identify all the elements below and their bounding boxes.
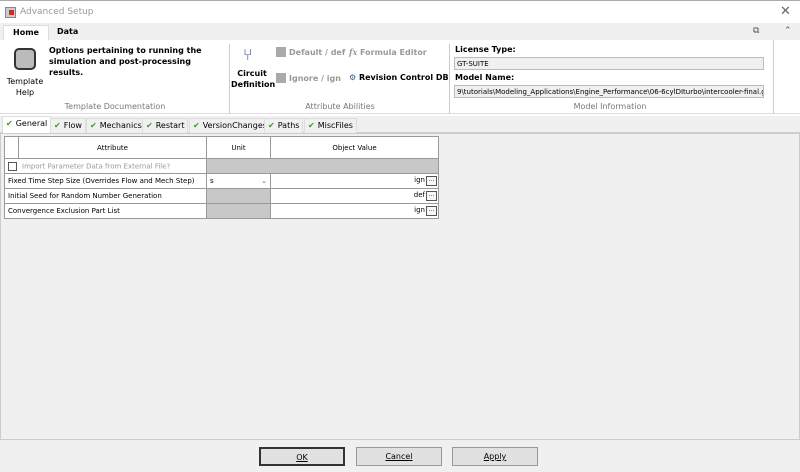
circuit-definition-button[interactable]: Circuit Definition (231, 68, 276, 90)
apply-button[interactable]: Apply (452, 447, 538, 466)
model-name-label: Model Name: (455, 73, 515, 82)
value-text: ign (414, 176, 425, 184)
collapse-ribbon-icon[interactable]: ⌃ (784, 26, 792, 36)
ribbon-tab-home[interactable]: Home (3, 25, 49, 40)
attribute-cell: Fixed Time Step Size (Overrides Flow and… (4, 173, 207, 189)
tab-strip: ✔ General ✔ Flow ✔ Mechanics ✔ Restart ✔ Vers… (0, 116, 800, 133)
ribbon: Template Help Options pertaining to runn… (0, 40, 800, 114)
formula-editor-button[interactable]: fx Formula Editor (349, 47, 427, 57)
ignore-label: Ignore / ign (289, 73, 341, 83)
window-title: Advanced Setup (20, 7, 94, 17)
app-icon (5, 7, 16, 18)
revision-control-button[interactable]: ⚙ Revision Control DB (349, 73, 449, 82)
dialog-footer: OK Cancel Apply (0, 440, 800, 472)
license-label: License Type: (455, 45, 516, 54)
disabled-cell (206, 158, 439, 174)
default-label: Default / def (289, 47, 346, 57)
tab-versionchanges[interactable]: ✔ VersionChanges (189, 118, 271, 133)
gear-icon: ⚙ (349, 73, 357, 82)
tab-label: Flow (63, 121, 82, 130)
attribute-grid: Attribute Unit Object Value Import Param… (4, 136, 439, 219)
template-help-button[interactable]: Template Help (4, 76, 46, 98)
unit-select[interactable]: s ⌄ (206, 173, 271, 189)
default-icon (276, 47, 286, 57)
import-checkbox[interactable] (8, 161, 17, 171)
unit-cell (206, 203, 271, 219)
attribute-panel: Attribute Unit Object Value Import Param… (0, 133, 800, 440)
template-help-label-2: Help (15, 88, 35, 97)
tab-miscfiles[interactable]: ✔ MiscFiles (304, 118, 357, 133)
ribbon-tab-data[interactable]: Data (48, 25, 87, 40)
value-cell[interactable]: ... ign (270, 173, 439, 189)
table-row: Fixed Time Step Size (Overrides Flow and… (4, 173, 439, 189)
check-icon: ✔ (268, 121, 275, 130)
group-label-model: Model Information (573, 102, 647, 111)
cancel-button[interactable]: Cancel (356, 447, 442, 466)
table-row: Import Parameter Data from External File… (4, 158, 439, 174)
model-name-field[interactable]: 9\tutorials\Modeling_Applications\Engine… (454, 85, 764, 98)
header-unit: Unit (206, 136, 271, 159)
license-field[interactable]: GT-SUITE (454, 57, 764, 70)
ellipsis-button[interactable]: ... (426, 191, 437, 201)
circuit-label-2: Definition (231, 80, 276, 89)
ellipsis-button[interactable]: ... (426, 206, 437, 216)
formula-icon: fx (349, 47, 358, 57)
tab-label: MiscFiles (317, 121, 353, 130)
chevron-down-icon[interactable]: ⌄ (261, 177, 267, 185)
close-icon[interactable]: ✕ (780, 4, 791, 19)
revision-label: Revision Control DB (358, 73, 449, 82)
check-icon: ✔ (54, 121, 61, 130)
tab-label: Mechanics (99, 121, 142, 130)
formula-label: Formula Editor (360, 48, 427, 57)
header-object-value: Object Value (270, 136, 439, 159)
template-description: Options pertaining to running the simula… (49, 46, 202, 77)
table-row: Convergence Exclusion Part List ... ign (4, 203, 439, 219)
tab-restart[interactable]: ✔ Restart (142, 118, 189, 133)
grid-corner (4, 136, 19, 159)
title-bar: Advanced Setup ✕ (0, 0, 800, 23)
check-icon: ✔ (308, 121, 315, 130)
table-row: Initial Seed for Random Number Generatio… (4, 188, 439, 204)
import-label: Import Parameter Data from External File… (22, 162, 171, 170)
ok-button[interactable]: OK (259, 447, 345, 466)
value-text: ign (414, 206, 425, 214)
restore-icon[interactable]: ⧉ (753, 26, 759, 36)
template-help-label: Template (6, 77, 44, 86)
divider (773, 40, 774, 114)
template-help-icon[interactable] (14, 48, 36, 70)
header-attribute: Attribute (18, 136, 207, 159)
import-row[interactable]: Import Parameter Data from External File… (4, 158, 207, 174)
ignore-icon (276, 73, 286, 83)
attribute-cell: Convergence Exclusion Part List (4, 203, 207, 219)
unit-value: s (210, 177, 214, 185)
tab-flow[interactable]: ✔ Flow (50, 118, 86, 133)
attribute-cell: Initial Seed for Random Number Generatio… (4, 188, 207, 204)
ellipsis-button[interactable]: ... (426, 176, 437, 186)
check-icon: ✔ (193, 121, 200, 130)
group-label-template-doc: Template Documentation (64, 102, 166, 111)
tab-mechanics[interactable]: ✔ Mechanics (86, 118, 146, 133)
check-icon: ✔ (90, 121, 97, 130)
tab-label: General (15, 119, 48, 128)
unit-cell (206, 188, 271, 204)
check-icon: ✔ (6, 119, 13, 128)
value-cell[interactable]: ... def (270, 188, 439, 204)
ignore-ign-button[interactable]: Ignore / ign (276, 73, 341, 83)
value-text: def (413, 191, 425, 199)
circuit-label: Circuit (237, 69, 267, 78)
value-cell[interactable]: ... ign (270, 203, 439, 219)
ribbon-tabs: Home Data ⧉ ⌃ (0, 23, 800, 40)
default-def-button[interactable]: Default / def (276, 47, 345, 57)
tab-label: VersionChanges (202, 121, 267, 130)
tab-label: Paths (277, 121, 300, 130)
circuit-icon: ⑂ (243, 45, 253, 64)
tab-label: Restart (155, 121, 185, 130)
tab-general[interactable]: ✔ General (2, 116, 52, 133)
group-label-attr: Attribute Abilities (305, 102, 375, 111)
check-icon: ✔ (146, 121, 153, 130)
tab-paths[interactable]: ✔ Paths (264, 118, 304, 133)
